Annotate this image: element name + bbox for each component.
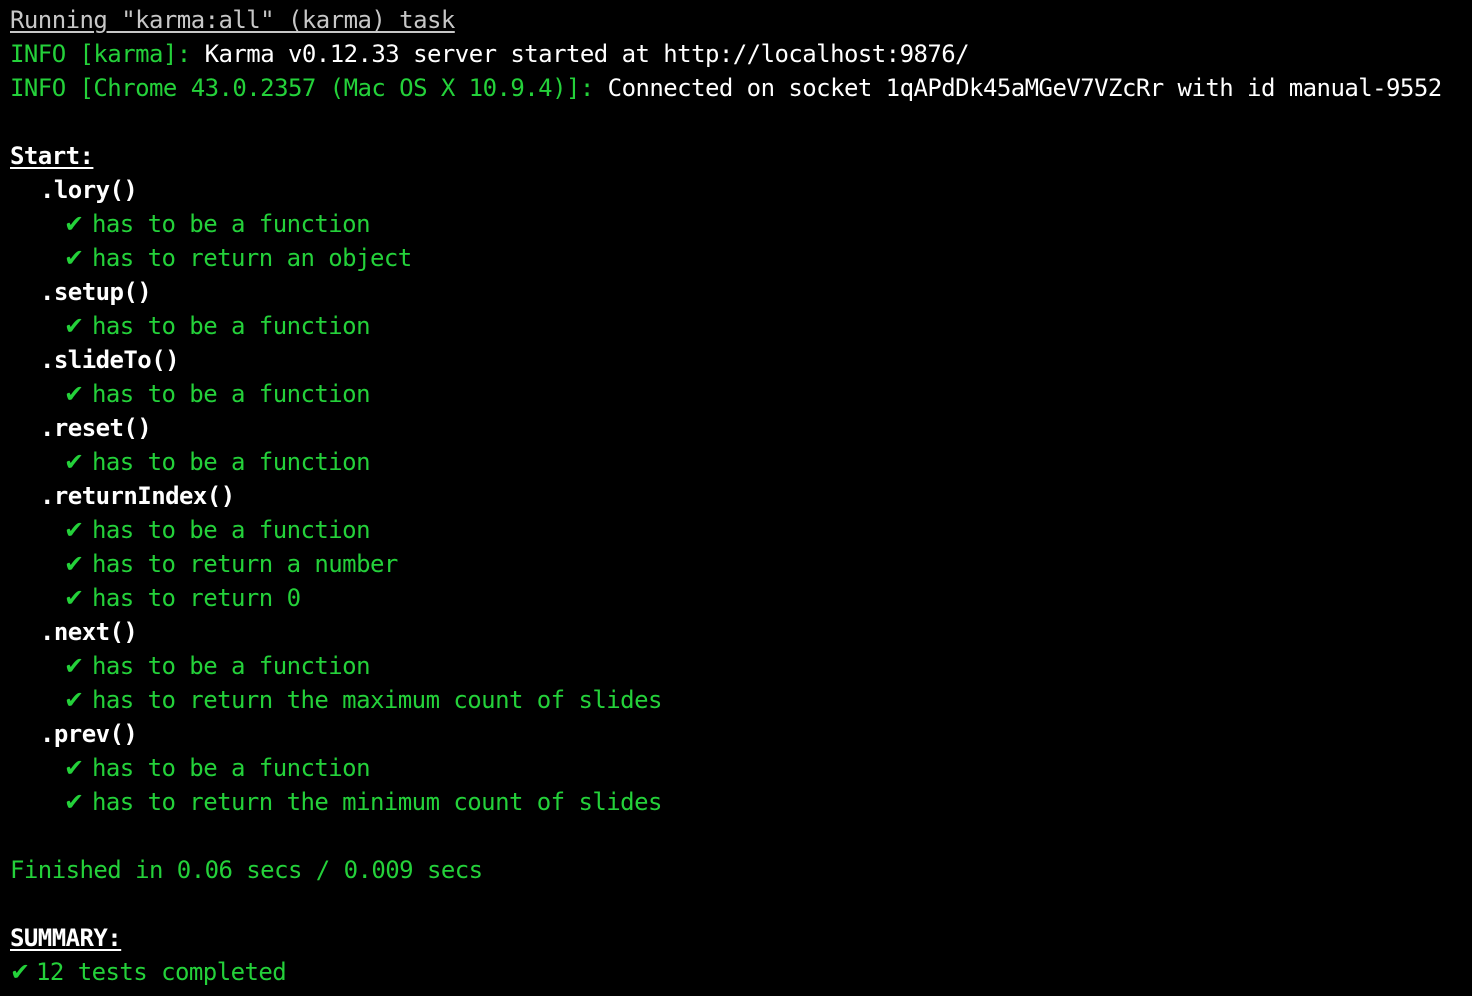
- finished-line: Finished in 0.06 secs / 0.009 secs: [10, 856, 483, 884]
- check-icon: ✔: [64, 584, 84, 612]
- test-group-name: .lory(): [40, 176, 138, 204]
- summary-label: SUMMARY:: [10, 924, 122, 952]
- test-result: ✔ has to be a function: [10, 445, 1466, 479]
- test-result: ✔ has to return the minimum count of slid…: [10, 785, 1466, 819]
- start-label: Start:: [10, 142, 94, 170]
- test-name: has to be a function: [92, 516, 371, 544]
- test-group-name: .slideTo(): [40, 346, 180, 374]
- terminal-output: Running "karma:all" (karma) task INFO [k…: [10, 3, 1466, 989]
- test-group-name: .reset(): [40, 414, 152, 442]
- test-result: ✔ has to be a function: [10, 649, 1466, 683]
- test-result: ✔ has to return the maximum count of slid…: [10, 683, 1466, 717]
- check-icon: ✔: [64, 448, 84, 476]
- test-result: ✔ has to be a function: [10, 377, 1466, 411]
- check-icon: ✔: [64, 516, 84, 544]
- test-name: has to return an object: [92, 244, 412, 272]
- test-name: has to return the maximum count of slide…: [92, 686, 662, 714]
- info-message-socket: Connected on socket 1qAPdDk45aMGeV7VZcRr…: [593, 74, 1443, 102]
- info-prefix-karma: INFO [karma]:: [10, 40, 191, 68]
- check-icon: ✔: [64, 652, 84, 680]
- test-group-name: .prev(): [40, 720, 138, 748]
- test-name: has to be a function: [92, 380, 371, 408]
- test-name: has to return a number: [92, 550, 398, 578]
- test-group-name: .setup(): [40, 278, 152, 306]
- test-name: has to be a function: [92, 312, 371, 340]
- check-icon: ✔: [64, 312, 84, 340]
- check-icon: ✔: [64, 244, 84, 272]
- test-name: has to be a function: [92, 652, 371, 680]
- test-result: ✔ has to return a number: [10, 547, 1466, 581]
- check-icon: ✔: [64, 210, 84, 238]
- summary-result: 12 tests completed: [36, 958, 287, 986]
- test-name: has to be a function: [92, 210, 371, 238]
- info-message-server: Karma v0.12.33 server started at http://…: [190, 40, 970, 68]
- test-result: ✔ has to be a function: [10, 751, 1466, 785]
- test-result: ✔ has to be a function: [10, 207, 1466, 241]
- test-result: ✔ has to be a function: [10, 309, 1466, 343]
- test-name: has to return 0: [92, 584, 301, 612]
- info-prefix-chrome: INFO [Chrome 43.0.2357 (Mac OS X 10.9.4)…: [10, 74, 594, 102]
- karma-info-line: INFO [karma]: Karma v0.12.33 server star…: [10, 37, 1466, 71]
- running-task-line: Running "karma:all" (karma) task: [10, 6, 455, 34]
- test-result: ✔ has to return 0: [10, 581, 1466, 615]
- test-result: ✔ has to return an object: [10, 241, 1466, 275]
- check-icon: ✔: [64, 754, 84, 782]
- check-icon: ✔: [64, 550, 84, 578]
- check-icon: ✔: [64, 686, 84, 714]
- check-icon: ✔: [64, 380, 84, 408]
- check-icon: ✔: [64, 788, 84, 816]
- test-name: has to be a function: [92, 754, 371, 782]
- chrome-info-line: INFO [Chrome 43.0.2357 (Mac OS X 10.9.4)…: [10, 71, 1466, 105]
- test-name: has to be a function: [92, 448, 371, 476]
- test-group-name: .next(): [40, 618, 138, 646]
- test-name: has to return the minimum count of slide…: [92, 788, 662, 816]
- test-result: ✔ has to be a function: [10, 513, 1466, 547]
- test-groups: .lory() ✔ has to be a function ✔ has to re…: [10, 173, 1466, 819]
- summary-result-line: ✔ 12 tests completed: [10, 955, 1466, 989]
- test-group-name: .returnIndex(): [40, 482, 235, 510]
- check-icon: ✔: [10, 958, 30, 986]
